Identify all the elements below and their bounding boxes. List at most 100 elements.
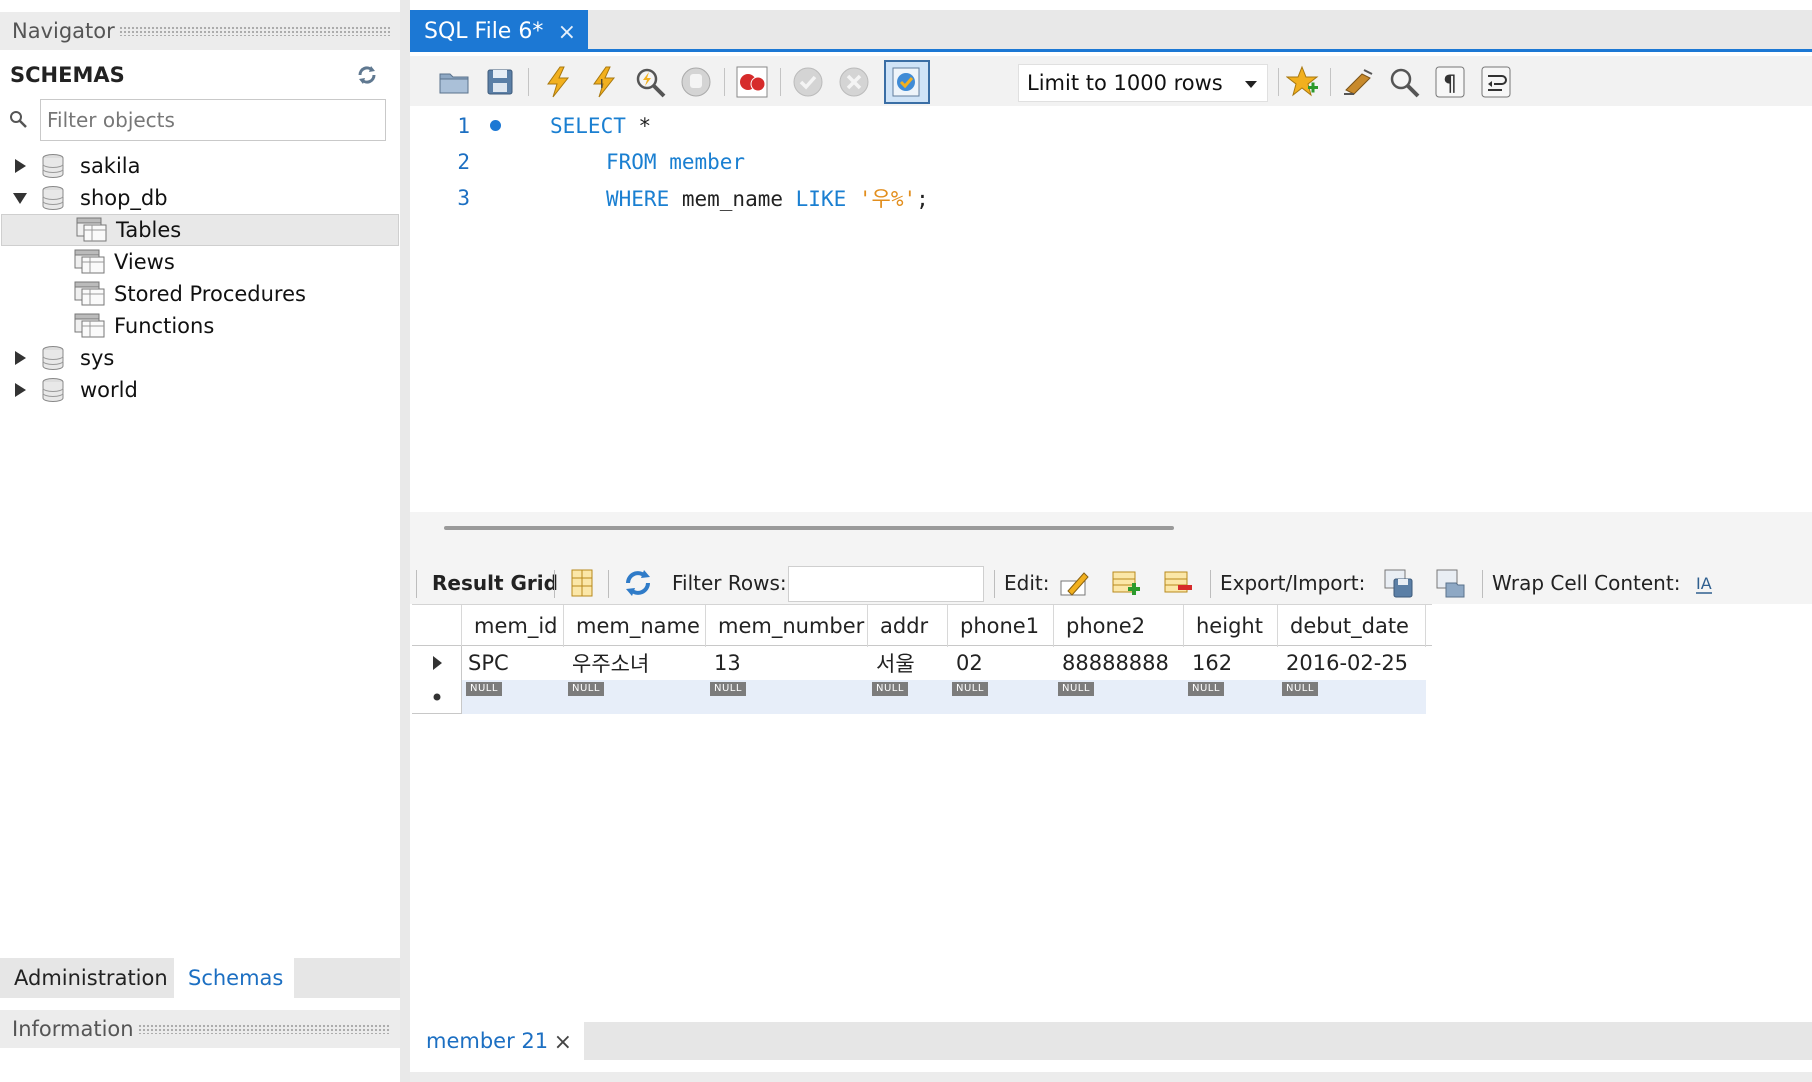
grid-cell[interactable]: 88888888 [1054, 646, 1184, 680]
save-icon[interactable] [482, 64, 518, 100]
grid-header: mem_id mem_name mem_number addr phone1 p… [412, 604, 1432, 647]
tree-item-sys[interactable]: sys [0, 342, 400, 374]
column-header[interactable]: mem_number [706, 605, 868, 647]
panel-splitter[interactable] [400, 0, 410, 1082]
expand-arrow-icon[interactable] [12, 382, 28, 398]
tree-item-stored-procedures[interactable]: Stored Procedures [0, 278, 400, 310]
grid-view-icon[interactable] [566, 567, 598, 599]
new-row[interactable]: NULL NULL NULL NULL NULL NULL NULL NULL [412, 680, 1432, 714]
result-grid-tab[interactable]: Result Grid [432, 562, 558, 604]
null-badge: NULL [952, 682, 988, 696]
add-snippet-icon[interactable] [1286, 64, 1322, 100]
tree-item-shop-db[interactable]: shop_db [0, 182, 400, 214]
execute-current-icon[interactable]: I [586, 64, 622, 100]
column-header[interactable]: mem_name [564, 605, 706, 647]
tree-item-functions[interactable]: Functions [0, 310, 400, 342]
toolbar-separator [724, 68, 725, 96]
grid-cell-null[interactable]: NULL [948, 680, 1054, 714]
grid-cell[interactable]: 우주소녀 [564, 646, 706, 680]
tab-sql-file[interactable]: SQL File 6* × [410, 10, 588, 52]
table-row[interactable]: SPC 우주소녀 13 서울 02 88888888 162 2016-02-2… [412, 646, 1432, 680]
delete-row-icon[interactable] [1162, 567, 1194, 599]
database-icon [42, 378, 64, 403]
insert-row-icon[interactable] [1110, 567, 1142, 599]
tab-result-member[interactable]: member 21 × [410, 1022, 584, 1060]
sql-string: '우%' [846, 187, 917, 211]
null-badge: NULL [466, 682, 502, 696]
row-gutter [412, 646, 462, 680]
column-header[interactable]: mem_id [462, 605, 564, 647]
column-header[interactable]: phone1 [948, 605, 1054, 647]
filter-rows-input[interactable] [788, 566, 984, 602]
grid-cell-null[interactable]: NULL [1278, 680, 1426, 714]
grid-cell[interactable]: 13 [706, 646, 868, 680]
grid-cell[interactable]: SPC [462, 646, 564, 680]
code-line: 3 WHERE mem_name LIKE '우%'; [410, 180, 1812, 216]
refresh-results-icon[interactable] [622, 567, 654, 599]
null-badge: NULL [872, 682, 908, 696]
toolbar-separator [416, 570, 417, 598]
tab-schemas[interactable]: Schemas [174, 958, 294, 998]
tree-item-world[interactable]: world [0, 374, 400, 406]
edit-label: Edit: [1004, 571, 1050, 595]
grid-cell-null[interactable]: NULL [1184, 680, 1278, 714]
column-header[interactable]: addr [868, 605, 948, 647]
grid-cell-null[interactable]: NULL [1054, 680, 1184, 714]
schemas-header: SCHEMAS [0, 52, 400, 98]
tab-administration[interactable]: Administration [0, 958, 182, 998]
procedure-folder-icon [74, 281, 105, 306]
column-header[interactable]: height [1184, 605, 1278, 647]
edit-row-icon[interactable] [1058, 567, 1090, 599]
rollback-icon[interactable] [836, 64, 872, 100]
tree-item-tables[interactable]: Tables [1, 214, 399, 246]
grid-cell[interactable]: 162 [1184, 646, 1278, 680]
import-icon[interactable] [1434, 567, 1466, 599]
grid-cell[interactable]: 2016-02-25 [1278, 646, 1426, 680]
expand-arrow-icon[interactable] [12, 350, 28, 366]
null-badge: NULL [1188, 682, 1224, 696]
code-line: 2 FROM member [410, 144, 1812, 180]
execute-icon[interactable] [540, 64, 576, 100]
grid-cell[interactable]: 서울 [868, 646, 948, 680]
grid-cell-null[interactable]: NULL [868, 680, 948, 714]
code-text: WHERE mem_name LIKE '우%'; [606, 183, 929, 213]
explain-icon[interactable] [632, 64, 668, 100]
editor-scroll-area [410, 512, 1812, 562]
sql-editor[interactable]: 1 SELECT * 2 FROM member 3 WHERE mem_nam… [410, 108, 1812, 512]
autocommit-toggle-icon[interactable] [884, 60, 930, 104]
grid-cell-null[interactable]: NULL [564, 680, 706, 714]
open-file-icon[interactable] [436, 64, 472, 100]
word-wrap-icon[interactable] [1478, 64, 1514, 100]
wrap-cell-toggle-icon[interactable]: IA [1692, 567, 1724, 599]
column-header[interactable]: debut_date [1278, 605, 1426, 647]
column-header[interactable]: phone2 [1054, 605, 1184, 647]
invisible-characters-icon[interactable]: ¶ [1432, 64, 1468, 100]
collapse-arrow-icon[interactable] [12, 190, 28, 206]
refresh-icon[interactable] [356, 64, 378, 86]
svg-text:IA: IA [1696, 574, 1712, 593]
expand-arrow-icon[interactable] [12, 158, 28, 174]
horizontal-scrollbar[interactable] [444, 526, 1174, 530]
tree-item-sakila[interactable]: sakila [0, 150, 400, 182]
stop-on-error-icon[interactable] [734, 64, 770, 100]
grid-cell-null[interactable]: NULL [706, 680, 868, 714]
code-text: FROM member [606, 150, 745, 174]
find-icon[interactable] [1386, 64, 1422, 100]
null-badge: NULL [568, 682, 604, 696]
editor-area: SQL File 6* × I Limit to 1000 rows ¶ 1 S… [410, 0, 1812, 1082]
export-icon[interactable] [1382, 567, 1414, 599]
sql-text: * [625, 114, 652, 138]
beautify-icon[interactable] [1340, 64, 1376, 100]
toolbar-separator [1210, 570, 1211, 598]
tree-label: Stored Procedures [114, 282, 306, 306]
close-tab-icon[interactable]: × [554, 1030, 572, 1055]
filter-objects-input[interactable] [40, 99, 386, 141]
grid-cell[interactable]: 02 [948, 646, 1054, 680]
close-tab-icon[interactable]: × [558, 20, 576, 45]
navigator-panel: Navigator SCHEMAS Filter objects sakila … [0, 0, 400, 1082]
limit-rows-select[interactable]: Limit to 1000 rows [1018, 64, 1268, 102]
tree-item-views[interactable]: Views [0, 246, 400, 278]
grid-cell-null[interactable]: NULL [462, 680, 564, 714]
stop-icon[interactable] [678, 64, 714, 100]
commit-icon[interactable] [790, 64, 826, 100]
